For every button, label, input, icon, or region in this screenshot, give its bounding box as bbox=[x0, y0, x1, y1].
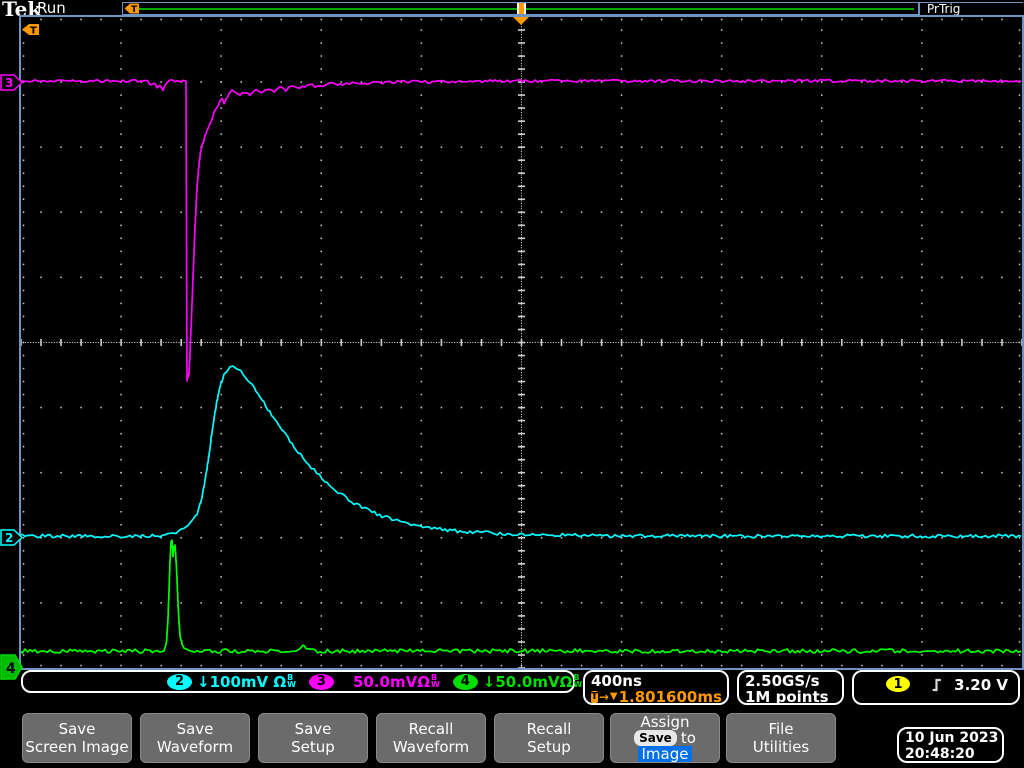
channel-4-scale: ↓50.0mV bbox=[482, 672, 560, 691]
save-key-icon: Save bbox=[634, 730, 677, 746]
arrow-right-icon: → bbox=[598, 689, 609, 704]
assign-target-value: Image bbox=[637, 746, 693, 762]
channel-3-readout[interactable]: 3 50.0mV Ω BW bbox=[308, 672, 440, 691]
channel-3-scale: 50.0mV bbox=[352, 672, 418, 691]
channel-4-badge: 4 bbox=[452, 673, 478, 690]
channel-2-scale: ↓100mV bbox=[197, 672, 274, 691]
channel-2-position-marker[interactable]: 2 bbox=[0, 529, 23, 546]
assign-save-button[interactable]: Assign Save to Image bbox=[610, 713, 720, 763]
channel-3-badge: 3 bbox=[308, 673, 334, 690]
datetime-box: 10 Jun 2023 20:48:20 bbox=[897, 727, 1004, 763]
sample-rate: 2.50GS/s bbox=[745, 672, 820, 690]
svg-text:4: 4 bbox=[6, 661, 16, 677]
time-value: 20:48:20 bbox=[905, 746, 975, 762]
trigger-status-box: PrTrig bbox=[919, 2, 1023, 16]
delay-marker-icon: ▼ bbox=[609, 691, 618, 702]
channel-3-position-marker[interactable]: 3 bbox=[0, 74, 23, 91]
channel-4-position-marker[interactable]: 4 bbox=[0, 654, 23, 680]
trigger-badge-icon: T bbox=[591, 690, 598, 703]
trigger-level-value: 3.20 V bbox=[954, 676, 1008, 694]
save-waveform-button[interactable]: Save Waveform bbox=[140, 713, 250, 763]
record-length: 1M points bbox=[745, 688, 829, 706]
bandwidth-limit-icon: BW bbox=[573, 672, 583, 689]
trigger-readout-box[interactable]: 1 3.20 V bbox=[852, 670, 1020, 705]
channel-4-readout[interactable]: 4 ↓50.0mV Ω BW bbox=[452, 672, 583, 691]
channel-2-readout[interactable]: 2 ↓100mV Ω BW bbox=[167, 673, 296, 691]
recall-setup-button[interactable]: Recall Setup bbox=[494, 713, 604, 763]
save-setup-button[interactable]: Save Setup bbox=[258, 713, 368, 763]
window-position-marker[interactable] bbox=[517, 3, 526, 14]
channel-2-coupling: Ω bbox=[273, 672, 287, 691]
acquisition-readout-box[interactable]: 2.50GS/s 1M points bbox=[737, 670, 844, 705]
svg-text:3: 3 bbox=[5, 76, 13, 90]
bandwidth-limit-icon: BW bbox=[430, 672, 440, 689]
channel-3-coupling: Ω bbox=[417, 672, 430, 691]
oscilloscope-screen: Tek Run T PrTrig T 3 2 4 2 ↓100mV Ω BW 3… bbox=[0, 0, 1024, 768]
rising-edge-icon bbox=[932, 678, 942, 692]
trigger-source-badge: 1 bbox=[886, 676, 910, 692]
save-screen-image-button[interactable]: Save Screen Image bbox=[22, 713, 132, 763]
graticule bbox=[19, 15, 1024, 670]
bandwidth-limit-icon: BW bbox=[287, 672, 296, 689]
trigger-delay-readout: T → ▼ 1.801600ms bbox=[591, 687, 722, 706]
channel-4-coupling: Ω bbox=[559, 672, 573, 691]
file-utilities-button[interactable]: File Utilities bbox=[726, 713, 836, 763]
trigger-offscreen-left-icon: T bbox=[22, 24, 39, 37]
waveform-display bbox=[21, 17, 1022, 668]
channel-readouts-box: 2 ↓100mV Ω BW 3 50.0mV Ω BW 4 ↓50.0mV Ω … bbox=[21, 670, 582, 693]
channel-2-badge: 2 bbox=[167, 673, 192, 690]
svg-text:T: T bbox=[30, 26, 37, 37]
svg-text:2: 2 bbox=[5, 531, 13, 545]
expansion-point-icon bbox=[513, 17, 529, 25]
recall-waveform-button[interactable]: Recall Waveform bbox=[376, 713, 486, 763]
timebase-readout-box[interactable]: 400ns T → ▼ 1.801600ms bbox=[583, 670, 729, 706]
record-trigger-position-icon: T bbox=[124, 3, 139, 14]
trigger-delay-value: 1.801600ms bbox=[618, 687, 722, 706]
date-value: 10 Jun 2023 bbox=[905, 730, 999, 746]
svg-text:T: T bbox=[131, 5, 138, 14]
record-view-bar: T bbox=[122, 2, 919, 15]
